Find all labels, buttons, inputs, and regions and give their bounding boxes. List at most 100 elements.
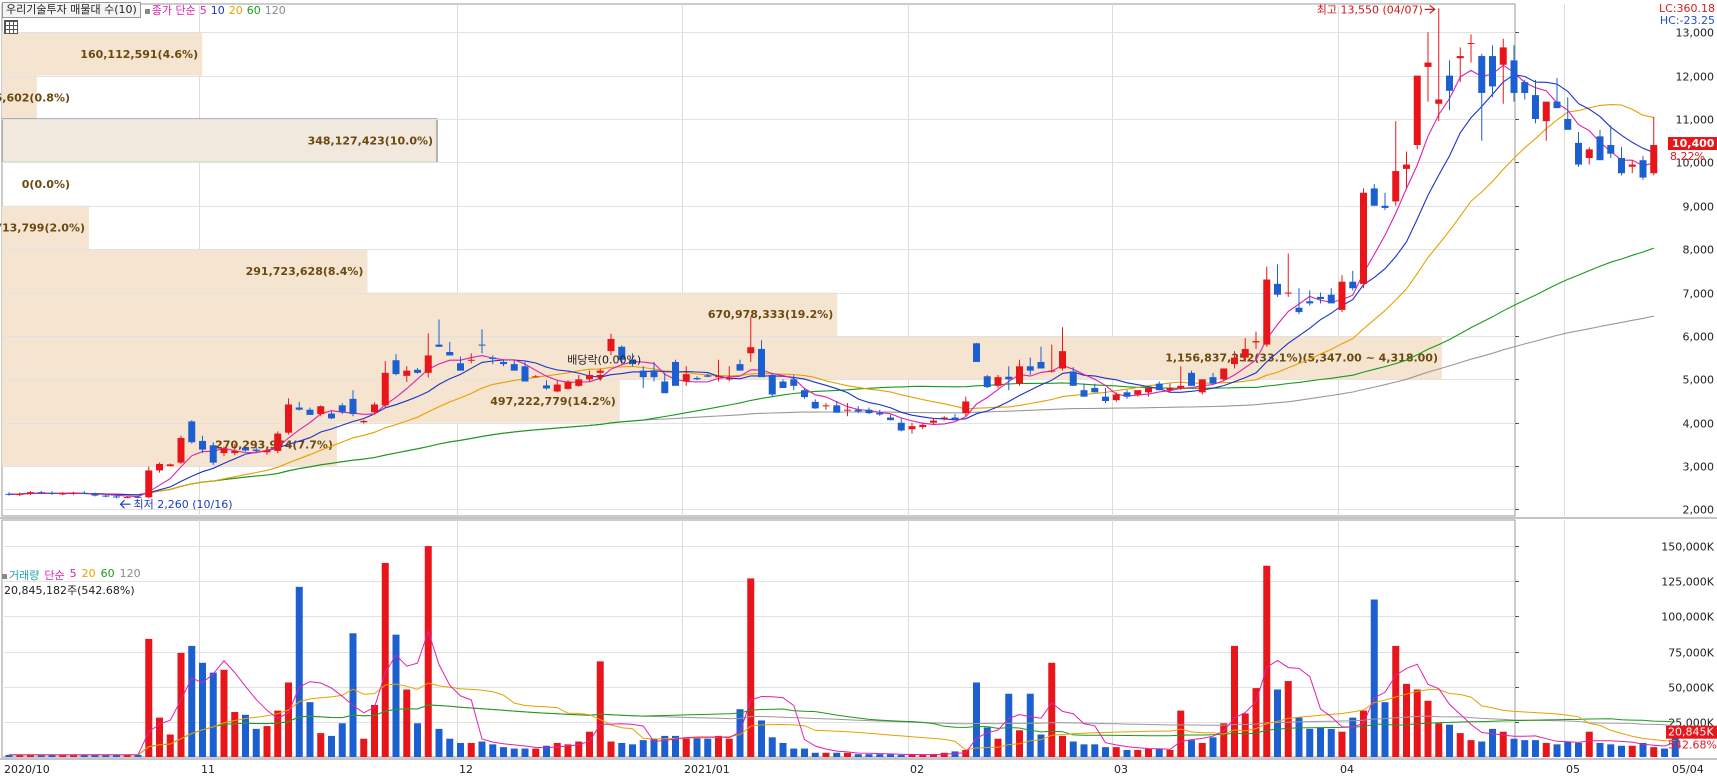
volume-bar [1026, 693, 1034, 757]
volume-bar [1209, 737, 1217, 757]
price-tick-label: 6,000 [1683, 331, 1715, 344]
volume-bar [1037, 734, 1045, 757]
volume-bar [596, 661, 604, 757]
candle-body [446, 351, 454, 356]
volume-bar [715, 735, 722, 757]
volume-bar [317, 733, 325, 757]
volume-bar [682, 737, 690, 757]
candle-body [1607, 145, 1615, 154]
candle-body [532, 376, 540, 378]
ma-period-20: 20 [228, 3, 243, 17]
volume-bar [1005, 693, 1013, 757]
candle-body [575, 379, 583, 386]
x-axis-label: 05 [1566, 763, 1580, 776]
volume-profile-label: 291,723,628(8.4%) [246, 265, 364, 278]
volume-bar [1252, 688, 1260, 757]
current-price-value: 10,400 [1672, 137, 1715, 150]
candle-body [747, 347, 755, 354]
volume-bar [779, 742, 787, 757]
candle-body [1263, 279, 1271, 345]
volume-bar [392, 634, 400, 757]
candle-body [306, 409, 314, 415]
candle-body [1628, 164, 1636, 167]
volume-bar [478, 741, 486, 757]
volume-tick-label: 125,000K [1661, 576, 1714, 589]
candle-body [1220, 368, 1228, 380]
candle-body [252, 449, 260, 451]
volume-profile-label: 497,222,779(14.2%) [490, 395, 615, 408]
volume-bar [328, 735, 335, 757]
volume-bar [1510, 738, 1518, 757]
volume-bar [973, 682, 980, 757]
candle-body [317, 406, 325, 415]
price-tick-label: 2,000 [1683, 504, 1715, 517]
volume-tick-label: 75,000K [1668, 647, 1714, 660]
candle-body [1424, 62, 1432, 67]
x-axis-label: 11 [201, 763, 215, 776]
candle-body [983, 376, 991, 388]
volume-bar [1424, 700, 1432, 757]
volume-bar [1188, 740, 1195, 757]
volume-bar [199, 662, 206, 757]
candle-body [102, 495, 110, 497]
candle-body [940, 417, 948, 419]
volume-bar [1263, 565, 1271, 757]
candle-body [1241, 348, 1249, 358]
candle-body [1155, 383, 1163, 391]
candle-body [822, 405, 830, 407]
grid-icon[interactable] [4, 20, 18, 34]
volume-bar [446, 738, 454, 757]
candle-body [1306, 301, 1314, 304]
stock-chart[interactable]: 160,112,591(4.6%) 28,815,602(0.8%) 348,127… [0, 0, 1717, 777]
candle-body [586, 374, 593, 380]
candle-body [1532, 95, 1539, 119]
volume-bar [1349, 717, 1357, 757]
candle-body [811, 401, 819, 409]
chart-title[interactable]: 우리기술투자 매물대 수(10) [2, 2, 141, 18]
candle-body [1370, 188, 1378, 206]
volume-profile-label: 0(0.0%) [22, 178, 70, 191]
volume-bar [231, 712, 239, 757]
candle-body [1618, 158, 1625, 174]
volume-bar [1446, 724, 1453, 757]
volume-bar [1241, 713, 1249, 757]
current-volume-ratio: 542.68% [1668, 739, 1717, 752]
candle-body [1037, 361, 1045, 369]
candle-body [1091, 388, 1099, 393]
candle-body [1381, 205, 1389, 208]
candle-body [123, 496, 131, 498]
candle-body [1102, 396, 1109, 402]
square-icon [2, 573, 7, 579]
candle-body [919, 424, 927, 428]
x-axis-label: 2020/10 [4, 763, 50, 776]
price-tick-label: 3,000 [1683, 461, 1715, 474]
volume-bar [521, 748, 529, 757]
volume-bar [629, 744, 636, 757]
volume-bar [532, 748, 540, 757]
vol-ma-period-120: 120 [119, 567, 141, 580]
candle-body [1059, 351, 1066, 369]
candle-body [951, 417, 959, 420]
candle-body [1349, 281, 1357, 289]
candle-body [435, 344, 443, 347]
volume-bar [822, 752, 830, 757]
hc-label: HC:-23.25 [1659, 14, 1715, 27]
volume-bar [457, 742, 464, 757]
candle-body [639, 370, 647, 378]
candle-body [1317, 296, 1324, 300]
candle-body [607, 338, 615, 352]
candle-body [876, 412, 884, 415]
volume-bar [371, 704, 378, 757]
volume-bar [1069, 741, 1077, 757]
volume-bar [188, 645, 196, 757]
candle-body [1585, 149, 1593, 159]
price-tick-label: 5,000 [1683, 374, 1715, 387]
candle-body [231, 450, 239, 454]
volume-bar [1618, 745, 1625, 757]
low-price-label: 최저 2,260 (10/16) [134, 498, 233, 511]
volume-profile-label: 28,815,602(0.8%) [0, 91, 70, 104]
volume-ma-label: 단순 [44, 569, 65, 582]
volume-info: 20,845,182주(542.68%) [4, 584, 135, 597]
candle-body [1016, 366, 1023, 384]
volume-header: 거래량 단순 5 20 60 120 [2, 567, 141, 583]
